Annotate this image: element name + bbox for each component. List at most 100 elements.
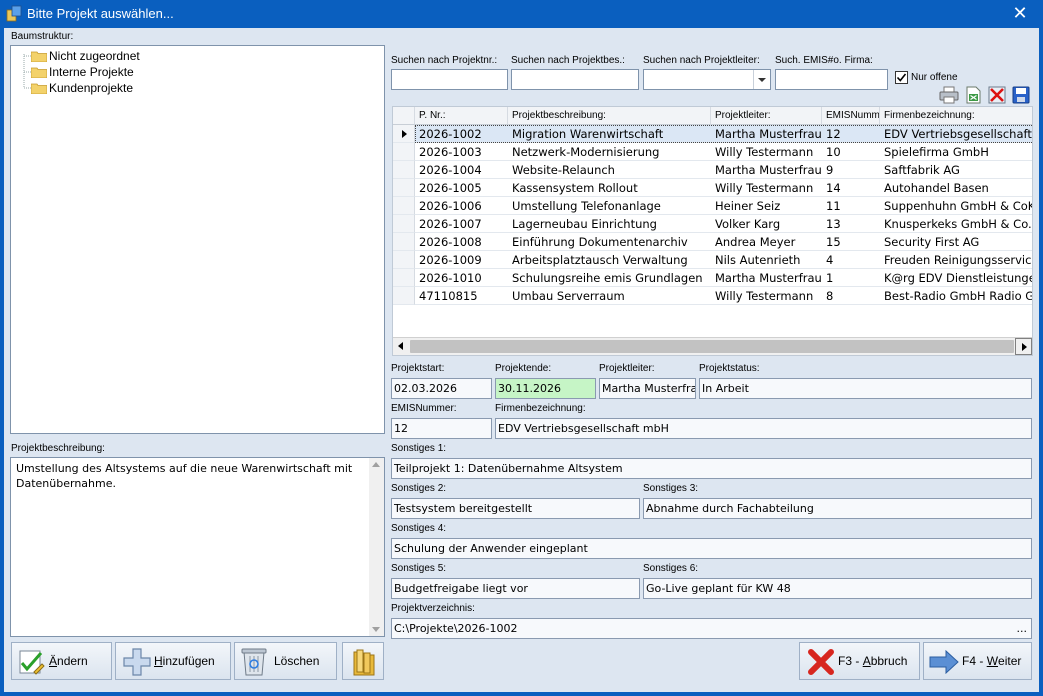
cell-beschreibung[interactable]: Migration Warenwirtschaft: [508, 125, 711, 143]
row-selector[interactable]: [393, 125, 415, 143]
cell-projektleiter[interactable]: Martha Musterfrau: [711, 161, 822, 179]
cell-projektleiter[interactable]: Andrea Meyer: [711, 233, 822, 251]
table-row[interactable]: 47110815 Umbau Serverraum Willy Testermann…: [393, 287, 1032, 305]
column-header-beschreibung[interactable]: Projektbeschreibung:: [508, 107, 711, 125]
scroll-up-icon[interactable]: [372, 462, 380, 467]
cell-pnr[interactable]: 2026-1005: [415, 179, 508, 197]
column-header-firma[interactable]: Firmenbezeichnung:: [880, 107, 1032, 125]
sonstiges2-field[interactable]: Testsystem bereitgestellt: [391, 498, 640, 519]
cell-emis[interactable]: 9: [822, 161, 880, 179]
cell-pnr[interactable]: 47110815: [415, 287, 508, 305]
cell-beschreibung[interactable]: Lagerneubau Einrichtung: [508, 215, 711, 233]
hinzufuegen-button[interactable]: Hinzufügen: [115, 642, 231, 680]
cell-beschreibung[interactable]: Schulungsreihe emis Grundlagen: [508, 269, 711, 287]
table-row[interactable]: 2026-1008 Einführung Dokumentenarchiv Andr…: [393, 233, 1032, 251]
table-row[interactable]: 2026-1003 Netzwerk-Modernisierung Willy Te…: [393, 143, 1032, 161]
cell-emis[interactable]: 13: [822, 215, 880, 233]
cell-projektleiter[interactable]: Volker Karg: [711, 215, 822, 233]
aendern-button[interactable]: Ändern: [11, 642, 112, 680]
cell-projektleiter[interactable]: Martha Musterfrau: [711, 125, 822, 143]
row-selector[interactable]: [393, 287, 415, 305]
row-selector[interactable]: [393, 197, 415, 215]
cell-projektleiter[interactable]: Heiner Seiz: [711, 197, 822, 215]
cell-emis[interactable]: 15: [822, 233, 880, 251]
cell-emis[interactable]: 12: [822, 125, 880, 143]
cell-pnr[interactable]: 2026-1006: [415, 197, 508, 215]
table-row[interactable]: 2026-1004 Website-Relaunch Martha Musterfr…: [393, 161, 1032, 179]
save-icon[interactable]: [1011, 86, 1031, 104]
cell-emis[interactable]: 8: [822, 287, 880, 305]
projektende-field[interactable]: 30.11.2026: [495, 378, 596, 399]
search-nr-input[interactable]: [391, 69, 508, 90]
delete-layout-icon[interactable]: [987, 86, 1007, 104]
row-selector[interactable]: [393, 143, 415, 161]
cell-projektleiter[interactable]: Willy Testermann: [711, 287, 822, 305]
scroll-thumb[interactable]: [410, 340, 1014, 353]
cell-pnr[interactable]: 2026-1004: [415, 161, 508, 179]
cell-emis[interactable]: 10: [822, 143, 880, 161]
description-scrollbar[interactable]: [369, 458, 384, 636]
cell-emis[interactable]: 11: [822, 197, 880, 215]
cell-beschreibung[interactable]: Arbeitsplatztausch Verwaltung: [508, 251, 711, 269]
table-row[interactable]: 2026-1007 Lagerneubau Einrichtung Volker K…: [393, 215, 1032, 233]
row-selector[interactable]: [393, 215, 415, 233]
table-row[interactable]: 2026-1010 Schulungsreihe emis Grundlagen M…: [393, 269, 1032, 287]
cell-beschreibung[interactable]: Umstellung Telefonanlage: [508, 197, 711, 215]
cell-projektleiter[interactable]: Willy Testermann: [711, 179, 822, 197]
open-folder-button[interactable]: [342, 642, 384, 680]
row-selector[interactable]: [393, 251, 415, 269]
column-header-projektleiter[interactable]: Projektleiter:: [711, 107, 822, 125]
title-bar[interactable]: Bitte Projekt auswählen... ✕: [0, 0, 1043, 28]
cell-beschreibung[interactable]: Kassensystem Rollout: [508, 179, 711, 197]
dropdown-button[interactable]: [753, 70, 770, 89]
cell-firma[interactable]: Suppenhuhn GmbH & CoKG: [880, 197, 1032, 215]
row-selector[interactable]: [393, 233, 415, 251]
row-selector[interactable]: [393, 179, 415, 197]
abbruch-button[interactable]: F3 - Abbruch: [799, 642, 920, 680]
cell-pnr[interactable]: 2026-1003: [415, 143, 508, 161]
cell-projektleiter[interactable]: Willy Testermann: [711, 143, 822, 161]
table-row[interactable]: 2026-1005 Kassensystem Rollout Willy Teste…: [393, 179, 1032, 197]
cell-pnr[interactable]: 2026-1007: [415, 215, 508, 233]
cell-beschreibung[interactable]: Netzwerk-Modernisierung: [508, 143, 711, 161]
cell-pnr[interactable]: 2026-1009: [415, 251, 508, 269]
sonstiges4-field[interactable]: Schulung der Anwender eingeplant: [391, 538, 1032, 559]
cell-emis[interactable]: 1: [822, 269, 880, 287]
cell-firma[interactable]: Knusperkeks GmbH & Co. KG: [880, 215, 1032, 233]
project-tree[interactable]: Nicht zugeordnet Interne Projekte Kunden…: [10, 45, 385, 434]
sonstiges5-field[interactable]: Budgetfreigabe liegt vor: [391, 578, 640, 599]
row-selector[interactable]: [393, 161, 415, 179]
verzeichnis-field[interactable]: C:\Projekte\2026-1002 ...: [391, 618, 1032, 639]
cell-emis[interactable]: 14: [822, 179, 880, 197]
table-row[interactable]: 2026-1009 Arbeitsplatztausch Verwaltung Ni…: [393, 251, 1032, 269]
cell-pnr[interactable]: 2026-1010: [415, 269, 508, 287]
browse-folder-button[interactable]: ...: [1017, 619, 1028, 638]
description-textarea[interactable]: Umstellung des Altsystems auf die neue W…: [10, 457, 385, 637]
scroll-left-button[interactable]: [393, 338, 410, 355]
cell-beschreibung[interactable]: Einführung Dokumentenarchiv: [508, 233, 711, 251]
column-header-emis[interactable]: EMISNummer:: [822, 107, 880, 125]
cell-beschreibung[interactable]: Website-Relaunch: [508, 161, 711, 179]
projektleiter-field[interactable]: Martha Musterfrau: [599, 378, 696, 399]
close-button[interactable]: ✕: [997, 0, 1043, 28]
nur-offene-checkbox[interactable]: [895, 71, 908, 84]
cell-projektleiter[interactable]: Martha Musterfrau: [711, 269, 822, 287]
print-icon[interactable]: [939, 86, 959, 104]
sonstiges6-field[interactable]: Go-Live geplant für KW 48: [643, 578, 1032, 599]
project-grid[interactable]: P. Nr.: Projektbeschreibung: Projektleit…: [392, 106, 1033, 356]
table-row[interactable]: 2026-1002 Migration Warenwirtschaft Martha…: [393, 125, 1032, 143]
loeschen-button[interactable]: Löschen: [234, 642, 337, 680]
search-bes-input[interactable]: [511, 69, 639, 90]
cell-projektleiter[interactable]: Nils Autenrieth: [711, 251, 822, 269]
cell-firma[interactable]: Spielefirma GmbH: [880, 143, 1032, 161]
cell-pnr[interactable]: 2026-1002: [415, 125, 508, 143]
projektstatus-field[interactable]: In Arbeit: [699, 378, 1032, 399]
weiter-button[interactable]: F4 - Weiter: [923, 642, 1032, 680]
cell-firma[interactable]: Best-Radio GmbH Radio Grosshandel: [880, 287, 1032, 305]
cell-firma[interactable]: Autohandel Basen: [880, 179, 1032, 197]
sonstiges3-field[interactable]: Abnahme durch Fachabteilung: [643, 498, 1032, 519]
cell-firma[interactable]: Security First AG: [880, 233, 1032, 251]
emis-field[interactable]: 12: [391, 418, 492, 439]
search-leiter-combobox[interactable]: [643, 69, 771, 90]
grid-horizontal-scrollbar[interactable]: [393, 337, 1032, 355]
